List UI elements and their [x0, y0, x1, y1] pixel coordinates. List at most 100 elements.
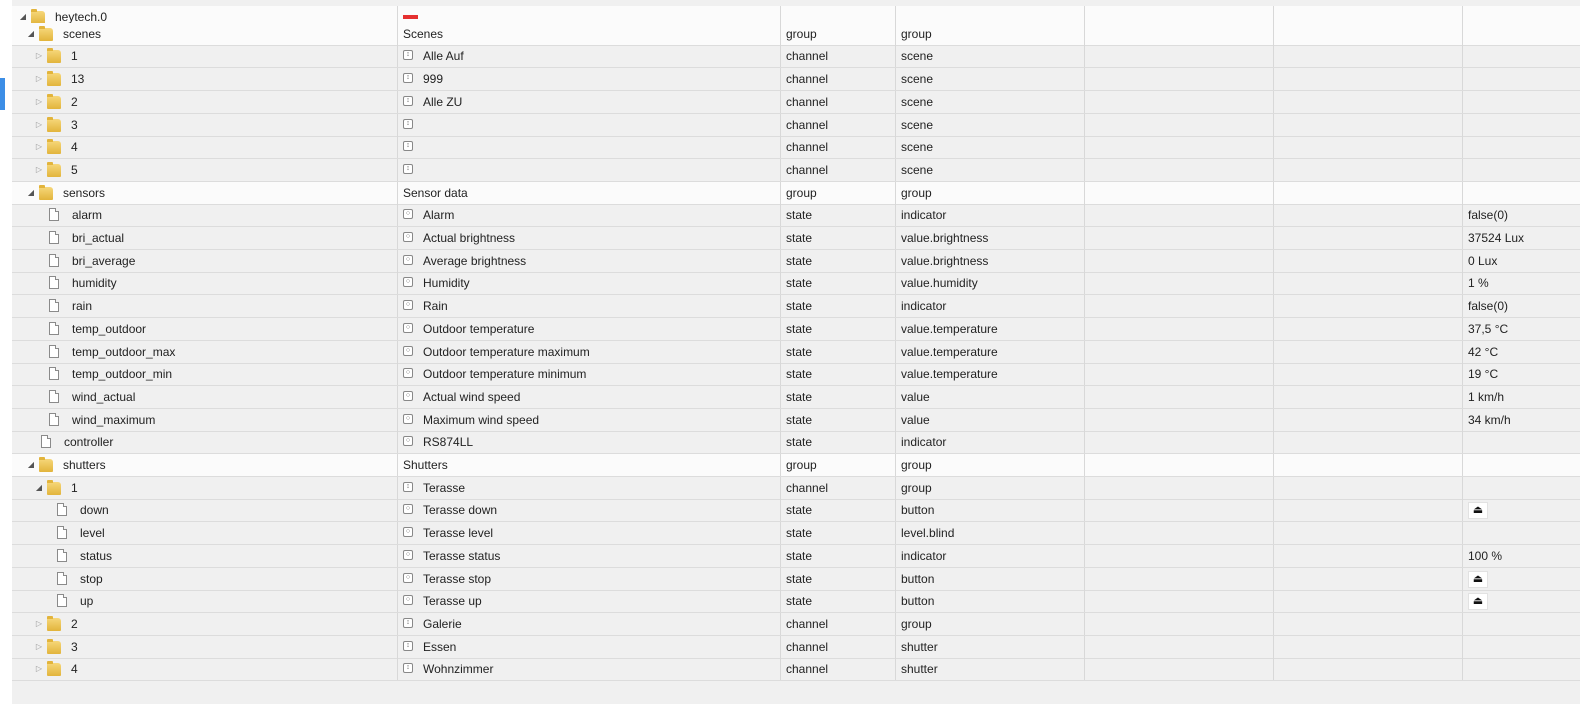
tree-row[interactable]: ▷ 3 ↕ channel scene	[12, 114, 1580, 137]
tree-row[interactable]: down ○ Terasse down state button ⏏	[12, 499, 1580, 522]
object-id[interactable]: temp_outdoor_min	[72, 363, 172, 385]
name-cell: ○ Terasse down	[398, 499, 781, 521]
object-id[interactable]: wind_maximum	[72, 409, 155, 431]
file-icon	[49, 390, 59, 403]
tree-row[interactable]: bri_average ○ Average brightness state value…	[12, 250, 1580, 273]
name-cell: ○ Terasse stop	[398, 568, 781, 590]
function-cell	[1274, 136, 1463, 158]
eject-icon[interactable]: ⏏	[1468, 571, 1488, 588]
tree-row[interactable]: ◢ shutters Shutters group group	[12, 454, 1580, 477]
tree-row[interactable]: wind_actual ○ Actual wind speed state value 1…	[12, 386, 1580, 409]
object-id[interactable]: 3	[71, 114, 78, 136]
tree-row[interactable]: temp_outdoor_max ○ Outdoor temperature max…	[12, 341, 1580, 364]
role-cell: button	[896, 499, 1085, 521]
name-cell: ○ Maximum wind speed	[398, 409, 781, 431]
room-cell	[1085, 341, 1274, 363]
object-id[interactable]: temp_outdoor_max	[72, 341, 175, 363]
expand-toggle-open[interactable]: ◢	[26, 182, 36, 204]
object-id[interactable]: controller	[64, 431, 113, 453]
tree-row[interactable]: ▷ 2 ↕ Galerie channel group	[12, 613, 1580, 636]
object-id[interactable]: alarm	[72, 204, 102, 226]
tree-row[interactable]: controller ○ RS874LL state indicator	[12, 431, 1580, 454]
tree-row[interactable]: wind_maximum ○ Maximum wind speed state valu…	[12, 409, 1580, 432]
object-tree[interactable]: ◢ heytech.0 ◢ scenes Scenes group group ▷ 1 ↕ Alle…	[12, 0, 1580, 704]
expand-toggle-open[interactable]: ◢	[34, 477, 44, 499]
tree-row[interactable]: ◢ scenes Scenes group group	[12, 23, 1580, 46]
tree-row[interactable]: ▷ 3 ↕ Essen channel shutter	[12, 636, 1580, 659]
tree-row[interactable]: up ○ Terasse up state button ⏏	[12, 590, 1580, 613]
object-id[interactable]: shutters	[63, 454, 106, 476]
object-id[interactable]: level	[80, 522, 105, 544]
function-cell	[1274, 386, 1463, 408]
room-cell	[1085, 91, 1274, 113]
object-id[interactable]: wind_actual	[72, 386, 135, 408]
object-role: scene	[901, 140, 934, 154]
tree-row[interactable]: ▷ 2 ↕ Alle ZU channel scene	[12, 91, 1580, 114]
object-id[interactable]: 2	[71, 613, 78, 635]
expand-toggle-closed[interactable]: ▷	[34, 45, 44, 67]
object-id[interactable]: 1	[71, 45, 78, 67]
expand-toggle-closed[interactable]: ▷	[34, 613, 44, 635]
object-role: scene	[901, 72, 934, 86]
tree-row[interactable]: ▷ 5 ↕ channel scene	[12, 159, 1580, 182]
expand-toggle-closed[interactable]: ▷	[34, 658, 44, 680]
object-id[interactable]: rain	[72, 295, 92, 317]
object-id[interactable]: 4	[71, 136, 78, 158]
tree-row[interactable]: stop ○ Terasse stop state button ⏏	[12, 568, 1580, 591]
eject-icon[interactable]: ⏏	[1468, 502, 1488, 519]
object-id[interactable]: 4	[71, 658, 78, 680]
object-id[interactable]: down	[80, 499, 109, 521]
type-cell: channel	[781, 636, 896, 658]
object-id[interactable]: 5	[71, 159, 78, 181]
object-id[interactable]: 2	[71, 91, 78, 113]
channel-icon: ↕	[403, 618, 413, 628]
object-id[interactable]: sensors	[63, 182, 105, 204]
name-cell: ↕ Alle Auf	[398, 45, 781, 67]
object-id[interactable]: up	[80, 590, 93, 612]
value-cell	[1463, 136, 1580, 158]
expand-toggle-closed[interactable]: ▷	[34, 636, 44, 658]
tree-row[interactable]: ▷ 4 ↕ channel scene	[12, 136, 1580, 159]
expand-toggle-open[interactable]: ◢	[26, 23, 36, 45]
room-cell	[1085, 363, 1274, 385]
object-id[interactable]: 1	[71, 477, 78, 499]
expand-toggle-closed[interactable]: ▷	[34, 68, 44, 90]
expand-toggle-open[interactable]: ◢	[26, 454, 36, 476]
tree-row[interactable]: rain ○ Rain state indicator false(0)	[12, 295, 1580, 318]
channel-icon: ↕	[403, 482, 413, 492]
tree-row[interactable]: ▷ 1 ↕ Alle Auf channel scene	[12, 45, 1580, 68]
tree-row[interactable]: temp_outdoor ○ Outdoor temperature state val…	[12, 318, 1580, 341]
tree-row[interactable]: temp_outdoor_min ○ Outdoor temperature min…	[12, 363, 1580, 386]
object-id[interactable]: 13	[71, 68, 84, 90]
file-icon	[49, 276, 59, 289]
expand-toggle-closed[interactable]: ▷	[34, 159, 44, 181]
object-id[interactable]: humidity	[72, 272, 117, 294]
expand-toggle-closed[interactable]: ▷	[34, 136, 44, 158]
tree-row[interactable]: alarm ○ Alarm state indicator false(0)	[12, 204, 1580, 227]
object-type: state	[786, 526, 813, 540]
tree-row[interactable]: bri_actual ○ Actual brightness state value.b…	[12, 227, 1580, 250]
object-type: state	[786, 322, 813, 336]
id-cell: ▷ 2	[12, 613, 398, 635]
object-id[interactable]: temp_outdoor	[72, 318, 146, 340]
object-id[interactable]: status	[80, 545, 112, 567]
object-id[interactable]: bri_average	[72, 250, 135, 272]
value-cell: 34 km/h	[1463, 409, 1580, 431]
tree-row[interactable]: ▷ 4 ↕ Wohnzimmer channel shutter	[12, 658, 1580, 681]
tree-row[interactable]: ◢ 1 ↕ Terasse channel group	[12, 477, 1580, 500]
tree-row[interactable]: humidity ○ Humidity state value.humidity 1 %	[12, 272, 1580, 295]
tree-row[interactable]: level ○ Terasse level state level.blind	[12, 522, 1580, 545]
eject-icon[interactable]: ⏏	[1468, 593, 1488, 610]
object-id[interactable]: bri_actual	[72, 227, 124, 249]
tree-row[interactable]: status ○ Terasse status state indicator 100 %	[12, 545, 1580, 568]
function-cell	[1274, 454, 1463, 476]
expand-toggle-closed[interactable]: ▷	[34, 91, 44, 113]
object-role: group	[901, 27, 932, 41]
object-id[interactable]: scenes	[63, 23, 101, 45]
object-id[interactable]: 3	[71, 636, 78, 658]
tree-row[interactable]: ▷ 13 ↕ 999 channel scene	[12, 68, 1580, 91]
expand-toggle-closed[interactable]: ▷	[34, 114, 44, 136]
object-id[interactable]: stop	[80, 568, 103, 590]
tree-row[interactable]: ◢ sensors Sensor data group group	[12, 182, 1580, 205]
name-cell: ↕ Galerie	[398, 613, 781, 635]
